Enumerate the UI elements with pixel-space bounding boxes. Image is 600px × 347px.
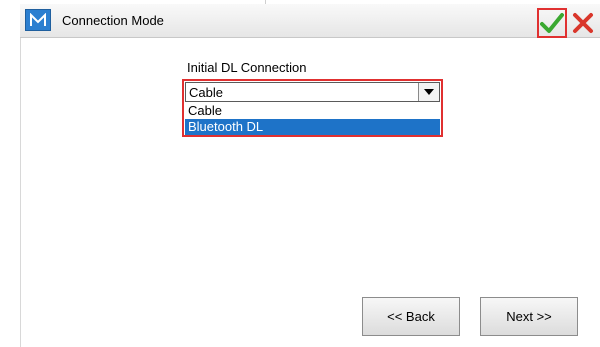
m-logo-icon <box>25 9 51 31</box>
back-button[interactable]: << Back <box>362 297 460 336</box>
cancel-button[interactable] <box>569 9 597 37</box>
option-cable[interactable]: Cable <box>185 103 440 119</box>
connection-dropdown-highlight: Cable Cable Bluetooth DL <box>182 79 443 137</box>
dialog-window: Connection Mode Initial DL Connection Ca… <box>0 0 600 347</box>
option-bluetooth-dl[interactable]: Bluetooth DL <box>185 119 440 135</box>
dropdown-arrow-icon[interactable] <box>418 83 439 101</box>
checkmark-icon <box>540 13 564 33</box>
left-divider <box>20 4 21 347</box>
connection-label: Initial DL Connection <box>187 60 307 75</box>
close-icon <box>573 13 593 33</box>
ok-button[interactable] <box>537 8 567 38</box>
connection-select[interactable]: Cable <box>185 82 440 102</box>
select-value: Cable <box>189 85 223 100</box>
window-title: Connection Mode <box>62 13 164 28</box>
next-button[interactable]: Next >> <box>480 297 578 336</box>
title-bar: Connection Mode <box>20 4 600 38</box>
